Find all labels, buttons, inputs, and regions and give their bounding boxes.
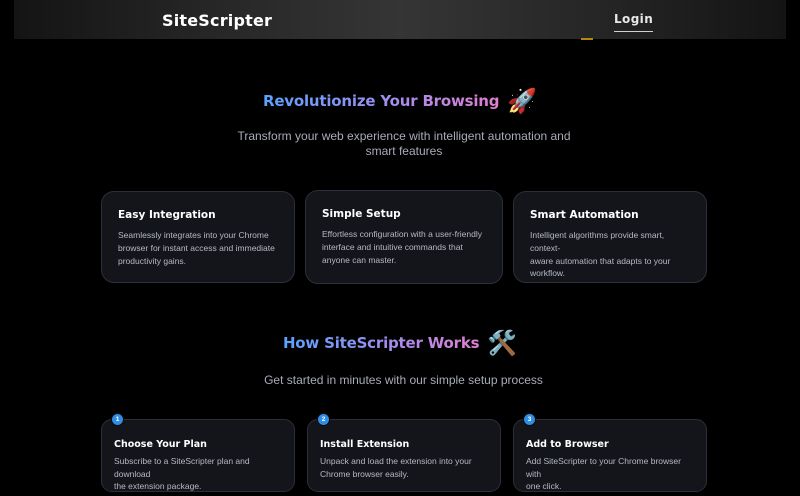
step-number-badge: 2 (318, 414, 329, 425)
feature-card-title: Simple Setup (322, 208, 401, 220)
feature-card-title: Smart Automation (530, 209, 639, 221)
step-card-install-extension: Install Extension Unpack and load the ex… (307, 419, 501, 492)
feature-card-text-line: Effortless configuration with a user-fri… (322, 229, 483, 239)
step-title: Install Extension (320, 439, 410, 450)
step-text-line: Unpack and load the extension into your (320, 456, 472, 466)
feature-card-description: Seamlessly integrates into your Chrome b… (118, 229, 280, 267)
nav-accent-mark (581, 38, 593, 40)
tools-icon: 🛠️ (487, 329, 518, 357)
step-card-add-to-browser: Add to Browser Add SiteScripter to your … (513, 419, 707, 492)
how-it-works-title: How SiteScripter Works 🛠️ (0, 329, 800, 357)
top-nav-bar: SiteScripter Login (14, 0, 786, 39)
rocket-icon: 🚀 (507, 87, 538, 115)
feature-card-text-line: Intelligent algorithms provide smart, co… (530, 230, 665, 253)
login-link[interactable]: Login (614, 12, 654, 32)
brand-logo[interactable]: SiteScripter (162, 11, 272, 30)
feature-card-simple-setup: Simple Setup Effortless configuration wi… (305, 190, 503, 284)
feature-card-description: Intelligent algorithms provide smart, co… (530, 229, 692, 280)
step-text-line: the extension package. (114, 481, 202, 491)
step-text-line: Subscribe to a SiteScripter plan and dow… (114, 456, 250, 479)
step-description: Add SiteScripter to your Chrome browser … (526, 455, 694, 493)
hero-subtitle: Transform your web experience with intel… (230, 129, 578, 159)
step-number-badge: 1 (112, 414, 123, 425)
step-description: Unpack and load the extension into your … (320, 455, 488, 480)
hero-title-text: Revolutionize Your Browsing (262, 92, 500, 110)
how-it-works-subtitle: Get started in minutes with our simple s… (264, 373, 543, 387)
hero-subtitle-line: Transform your web experience with intel… (237, 129, 571, 143)
feature-card-text-line: Seamlessly integrates into your Chrome (118, 230, 269, 240)
page: SiteScripter Login Revolutionize Your Br… (0, 0, 800, 496)
feature-card-text-line: interface and intuitive commands that (322, 241, 463, 252)
step-description: Subscribe to a SiteScripter plan and dow… (114, 455, 282, 493)
hero-title: Revolutionize Your Browsing 🚀 (0, 87, 800, 115)
feature-card-title: Easy Integration (118, 209, 216, 221)
feature-card-text-line: browser for instant access and immediate (118, 242, 275, 253)
step-title: Choose Your Plan (114, 439, 207, 450)
how-it-works-title-text: How SiteScripter Works (282, 334, 480, 352)
step-text-line: Add SiteScripter to your Chrome browser … (526, 456, 681, 479)
step-card-choose-plan: Choose Your Plan Subscribe to a SiteScri… (101, 419, 295, 492)
feature-card-text-line: productivity gains. (118, 255, 187, 266)
step-text-line: one click. (526, 481, 562, 491)
feature-card-text-line: anyone can master. (322, 254, 397, 265)
feature-card-text-line: aware automation that adapts to your (530, 255, 671, 266)
feature-card-smart-automation: Smart Automation Intelligent algorithms … (513, 191, 707, 283)
feature-card-description: Effortless configuration with a user-fri… (322, 228, 488, 266)
feature-card-text-line: workflow. (530, 268, 565, 279)
step-title: Add to Browser (526, 439, 609, 450)
step-text-line: Chrome browser easily. (320, 468, 409, 479)
hero-subtitle-line: smart features (365, 144, 443, 158)
step-number-badge: 3 (524, 414, 535, 425)
feature-card-easy-integration: Easy Integration Seamlessly integrates i… (101, 191, 295, 283)
